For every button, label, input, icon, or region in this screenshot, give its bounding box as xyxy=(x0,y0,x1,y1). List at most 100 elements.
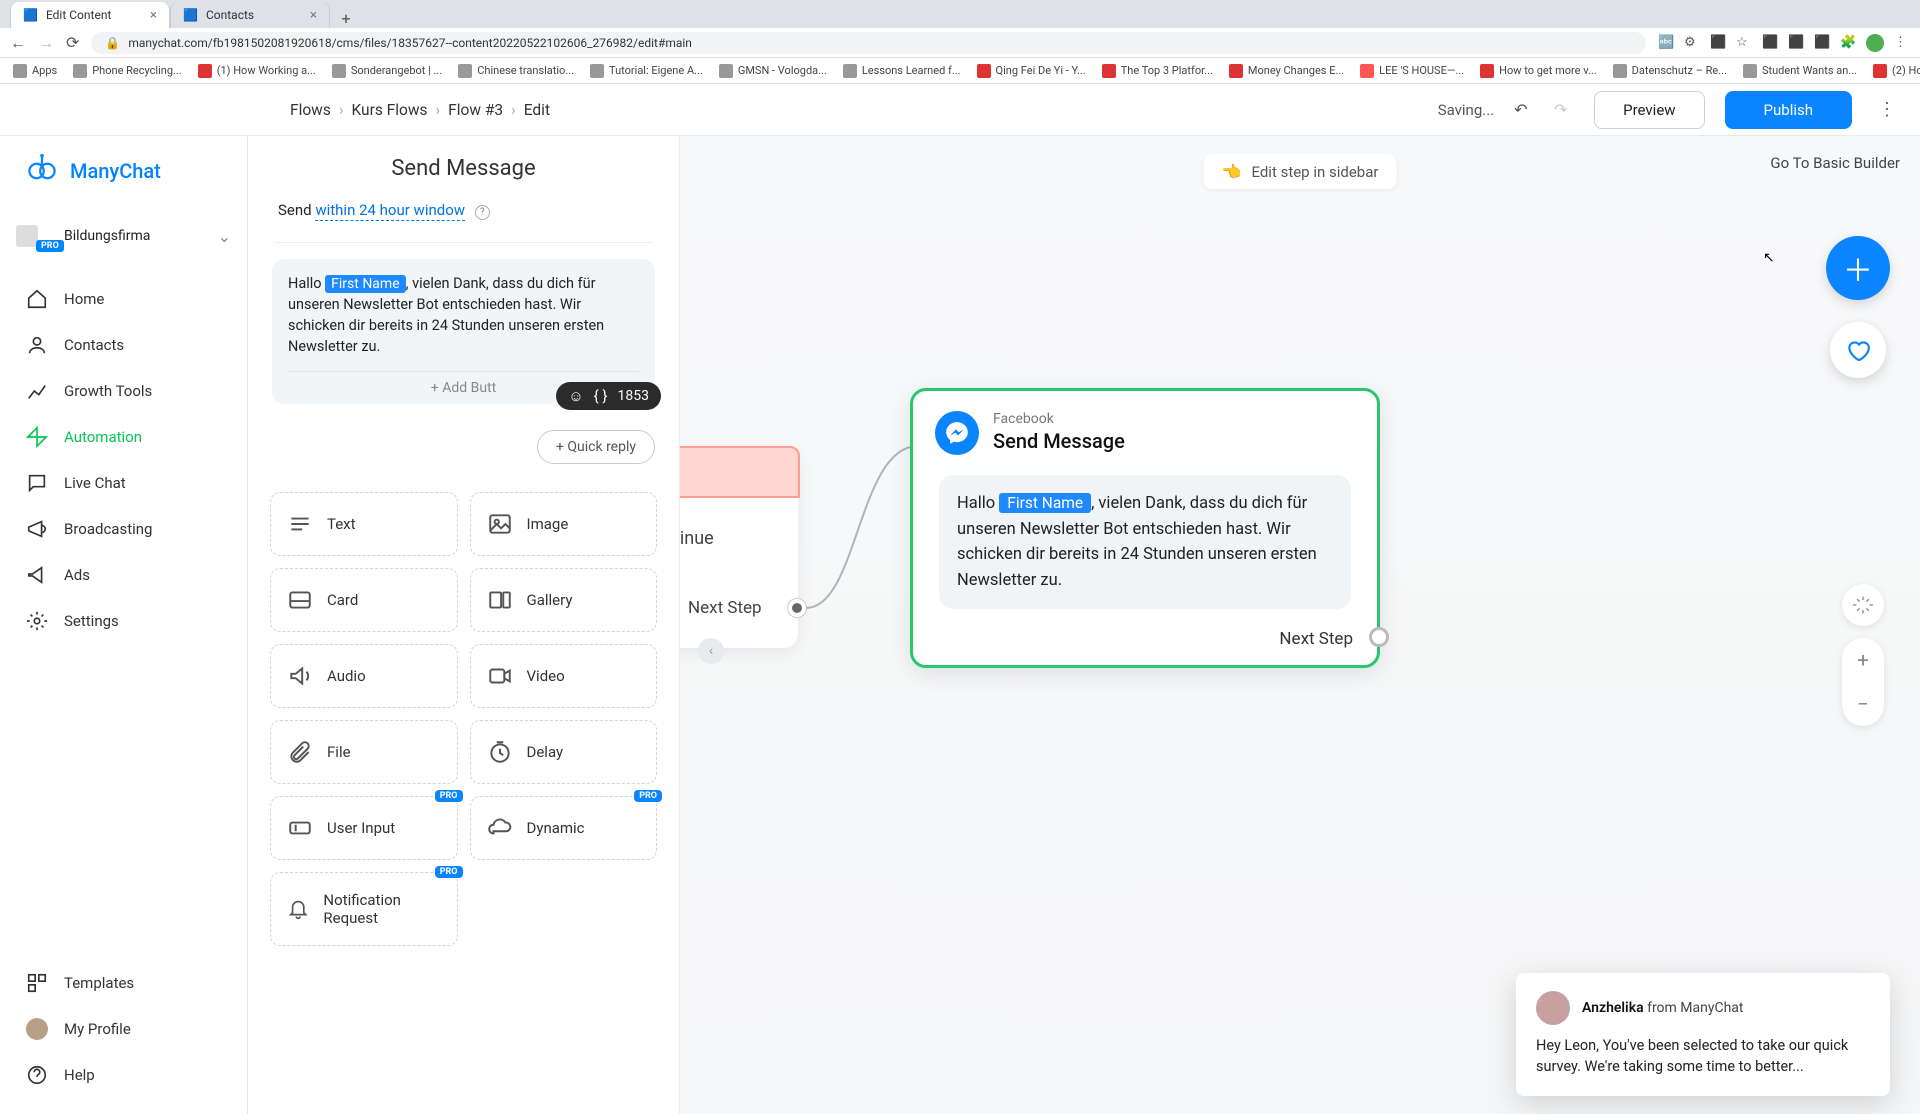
nav-label: Help xyxy=(64,1066,95,1084)
bookmark[interactable]: LEE 'S HOUSE—... xyxy=(1353,64,1471,78)
gear-icon[interactable]: ⚙ xyxy=(1684,35,1700,51)
bookmark[interactable]: Sonderangebot | ... xyxy=(325,64,449,78)
block-file[interactable]: File xyxy=(270,720,458,784)
goto-basic-builder[interactable]: Go To Basic Builder xyxy=(1770,154,1900,172)
zoom-in-button[interactable]: + xyxy=(1842,638,1884,682)
block-image[interactable]: Image xyxy=(470,492,658,556)
publish-button[interactable]: Publish xyxy=(1725,91,1852,129)
bookmark-icon xyxy=(1229,64,1243,78)
preview-button[interactable]: Preview xyxy=(1594,91,1704,129)
url-field[interactable]: 🔒 manychat.com/fb198150208192061​8/cms/f… xyxy=(91,32,1646,54)
toolbar-right: 🔤 ⚙ ⬛ ☆ ⬛ ⬛ ⬛ 🧩 ⋮ xyxy=(1658,34,1910,52)
ext3-icon[interactable]: ⬛ xyxy=(1788,35,1804,51)
bookmark[interactable]: Chinese translatio... xyxy=(451,64,581,78)
nav-automation[interactable]: Automation xyxy=(0,414,247,460)
bookmark[interactable]: The Top 3 Platfor... xyxy=(1095,64,1220,78)
block-user-input[interactable]: User InputPRO xyxy=(270,796,458,860)
block-text[interactable]: Text xyxy=(270,492,458,556)
star-icon[interactable]: ☆ xyxy=(1736,35,1752,51)
block-dynamic[interactable]: DynamicPRO xyxy=(470,796,658,860)
add-step-fab[interactable]: ＋ xyxy=(1826,236,1890,300)
back-button[interactable]: ← xyxy=(10,33,26,53)
avatar-icon[interactable] xyxy=(1866,34,1884,52)
translate-icon[interactable]: 🔤 xyxy=(1658,35,1674,51)
browser-tab-inactive[interactable]: 🟦 Contacts × xyxy=(170,2,330,28)
logo[interactable]: ManyChat xyxy=(0,136,247,206)
support-chat-popup[interactable]: Anzhelika from ManyChat Hey Leon, You've… xyxy=(1516,973,1890,1097)
nav-contacts[interactable]: Contacts xyxy=(0,322,247,368)
block-notification[interactable]: Notification RequestPRO xyxy=(270,872,458,946)
bookmark[interactable]: GMSN - Vologda... xyxy=(712,64,834,78)
previous-node-output-port[interactable] xyxy=(788,599,806,617)
node-output-port[interactable] xyxy=(1369,627,1389,647)
block-gallery[interactable]: Gallery xyxy=(470,568,658,632)
header-actions: Saving... ↶ ↷ Preview Publish ⋮ xyxy=(1438,91,1902,129)
emoji-icon[interactable]: ☺ xyxy=(568,387,583,405)
bookmark[interactable]: Datenschutz – Re... xyxy=(1606,64,1734,78)
bookmark[interactable]: Tutorial: Eigene A... xyxy=(583,64,710,78)
block-video[interactable]: Video xyxy=(470,644,658,708)
nav-profile[interactable]: My Profile xyxy=(0,1006,247,1052)
help-icon[interactable]: ? xyxy=(475,205,490,220)
redo-button[interactable]: ↷ xyxy=(1554,100,1574,119)
block-label: Image xyxy=(527,515,569,533)
tab-close-icon[interactable]: × xyxy=(310,8,317,23)
bookmark[interactable]: Qing Fei De Yi - Y... xyxy=(970,64,1093,78)
flow-canvas[interactable]: 👈 Edit step in sidebar Go To Basic Build… xyxy=(680,136,1920,1114)
bookmark[interactable]: Phone Recycling... xyxy=(66,64,188,78)
send-within-link[interactable]: within 24 hour window xyxy=(315,201,465,221)
variable-icon[interactable]: { } xyxy=(594,387,608,405)
message-text[interactable]: Hallo First Name, vielen Dank, dass du d… xyxy=(288,273,639,357)
bookmark-label: (2) How To Add A... xyxy=(1892,64,1920,77)
nav-home[interactable]: Home xyxy=(0,276,247,322)
bookmark-label: GMSN - Vologda... xyxy=(738,64,827,77)
crumb[interactable]: Flows xyxy=(290,101,331,119)
new-tab-button[interactable]: + xyxy=(336,8,356,28)
bookmark[interactable]: Student Wants an... xyxy=(1736,64,1864,78)
variable-chip[interactable]: First Name xyxy=(325,275,405,293)
bookmark[interactable]: Lessons Learned f... xyxy=(836,64,968,78)
zoom-out-button[interactable]: − xyxy=(1842,682,1884,726)
favorite-fab[interactable] xyxy=(1830,322,1886,378)
block-audio[interactable]: Audio xyxy=(270,644,458,708)
node-next-step[interactable]: Next Step xyxy=(1279,629,1353,649)
nav-settings[interactable]: Settings xyxy=(0,598,247,644)
bookmark[interactable]: How to get more v... xyxy=(1473,64,1604,78)
edit-in-sidebar-hint[interactable]: 👈 Edit step in sidebar xyxy=(1204,154,1397,189)
bookmark[interactable]: Apps xyxy=(6,64,64,78)
block-label: User Input xyxy=(327,819,395,837)
org-selector[interactable]: PRO Bildungsfirma ⌄ xyxy=(16,214,231,258)
nav-ads[interactable]: Ads xyxy=(0,552,247,598)
bookmark-label: Tutorial: Eigene A... xyxy=(609,64,703,77)
more-menu-button[interactable]: ⋮ xyxy=(1872,99,1902,120)
extension-icon[interactable]: ⬛ xyxy=(1710,35,1726,51)
menu-icon[interactable]: ⋮ xyxy=(1894,35,1910,51)
browser-tab-active[interactable]: 🟦 Edit Content × xyxy=(10,2,170,28)
crumb[interactable]: Flow #3 xyxy=(448,101,503,119)
ext2-icon[interactable]: ⬛ xyxy=(1762,35,1778,51)
block-delay[interactable]: Delay xyxy=(470,720,658,784)
nav-templates[interactable]: Templates xyxy=(0,960,247,1006)
auto-arrange-button[interactable] xyxy=(1842,584,1884,626)
breadcrumbs: Flows› Kurs Flows› Flow #3› Edit xyxy=(290,101,550,119)
bookmark[interactable]: (2) How To Add A... xyxy=(1866,64,1920,78)
crumb[interactable]: Kurs Flows xyxy=(351,101,427,119)
nav-help[interactable]: Help xyxy=(0,1052,247,1098)
add-quick-reply-button[interactable]: + Quick reply xyxy=(537,430,655,464)
message-text-block[interactable]: Hallo First Name, vielen Dank, dass du d… xyxy=(272,259,655,404)
undo-button[interactable]: ↶ xyxy=(1514,100,1534,119)
nav-broadcast[interactable]: Broadcasting xyxy=(0,506,247,552)
collapse-chevron-icon[interactable]: ‹ xyxy=(698,638,724,664)
nav-livechat[interactable]: Live Chat xyxy=(0,460,247,506)
bookmark[interactable]: (1) How Working a... xyxy=(191,64,323,78)
puzzle-icon[interactable]: 🧩 xyxy=(1840,35,1856,51)
block-card[interactable]: Card xyxy=(270,568,458,632)
reload-button[interactable]: ⟳ xyxy=(66,33,79,52)
ext4-icon[interactable]: ⬛ xyxy=(1814,35,1830,51)
tab-close-icon[interactable]: × xyxy=(150,8,157,23)
chat-sender-org: from ManyChat xyxy=(1644,1000,1744,1016)
nav-growth[interactable]: Growth Tools xyxy=(0,368,247,414)
forward-button[interactable]: → xyxy=(38,33,54,53)
send-message-node[interactable]: Facebook Send Message Hallo First Name, … xyxy=(910,388,1380,668)
bookmark[interactable]: Money Changes E... xyxy=(1222,64,1351,78)
